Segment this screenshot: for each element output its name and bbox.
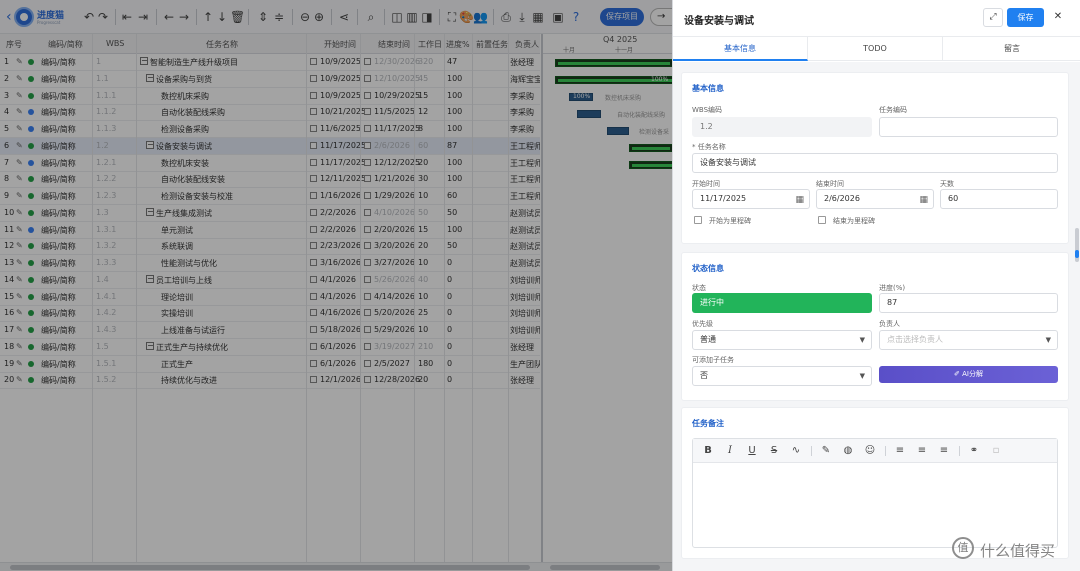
ai-decompose-label: AI分解 xyxy=(962,370,983,378)
start-date-value: 11/17/2025 xyxy=(700,194,747,203)
basic-info-title: 基本信息 xyxy=(692,84,724,93)
progress-label: 进度(%) xyxy=(879,284,906,292)
task-detail-drawer: 设备安装与调试 ⤢ 保存 ✕ 基本信息 TODO 留言 基本信息 WBS编码 1… xyxy=(672,0,1080,571)
toolbar-divider xyxy=(959,446,960,456)
status-info-card: 状态信息 状态 进行中 进度(%) 87 优先级 普通 ▼ 负责人 点击选择负责人… xyxy=(681,252,1069,401)
editor-toolbar: B I U S ∿ ✎ ◍ ☺ ≡ ≡ ≡ ⚭ ▫ xyxy=(693,439,1057,463)
days-label: 天数 xyxy=(940,180,954,188)
color-palette-icon[interactable]: ◍ xyxy=(841,444,855,458)
calendar-icon[interactable]: ▦ xyxy=(795,191,804,208)
chevron-down-icon: ▼ xyxy=(859,372,865,380)
calendar-icon[interactable]: ▦ xyxy=(919,191,928,208)
clear-format-icon[interactable]: ▫ xyxy=(989,444,1003,458)
priority-select[interactable]: 普通 ▼ xyxy=(692,330,872,350)
subtask-value: 否 xyxy=(700,371,708,380)
chevron-down-icon: ▼ xyxy=(1045,336,1051,344)
save-button[interactable]: 保存 xyxy=(1007,8,1044,27)
tab-basic-info[interactable]: 基本信息 xyxy=(673,37,808,61)
bold-icon[interactable]: B xyxy=(701,444,715,458)
status-info-title: 状态信息 xyxy=(692,264,724,273)
modal-overlay[interactable] xyxy=(0,0,672,571)
status-label: 状态 xyxy=(692,284,706,292)
strikethrough-icon[interactable]: S xyxy=(767,444,781,458)
wbs-field: 1.2 xyxy=(692,117,872,137)
magic-wand-icon: ✐ xyxy=(954,370,963,378)
owner-label: 负责人 xyxy=(879,320,900,328)
underline-icon[interactable]: U xyxy=(745,444,759,458)
wbs-label: WBS编码 xyxy=(692,106,723,114)
start-milestone-label: 开始为里程碑 xyxy=(709,217,751,225)
progress-input[interactable]: 87 xyxy=(879,293,1058,313)
drawer-content: 基本信息 WBS编码 1.2 任务编码 * 任务名称 设备安装与调试 开始时间 … xyxy=(673,62,1080,571)
align-center-icon[interactable]: ≡ xyxy=(915,444,929,458)
toolbar-divider xyxy=(811,446,812,456)
priority-label: 优先级 xyxy=(692,320,713,328)
start-date-input[interactable]: 11/17/2025 ▦ xyxy=(692,189,810,209)
task-code-input[interactable] xyxy=(879,117,1058,137)
days-input[interactable]: 60 xyxy=(940,189,1058,209)
close-icon[interactable]: ✕ xyxy=(1051,9,1065,25)
notes-editor[interactable]: B I U S ∿ ✎ ◍ ☺ ≡ ≡ ≡ ⚭ ▫ xyxy=(692,438,1058,548)
end-milestone-checkbox[interactable] xyxy=(818,216,826,224)
subtask-select[interactable]: 否 ▼ xyxy=(692,366,872,386)
formula-icon[interactable]: ∿ xyxy=(789,444,803,458)
watermark-text: 什么值得买 xyxy=(980,542,1056,560)
expand-icon[interactable]: ⤢ xyxy=(983,8,1003,27)
align-right-icon[interactable]: ≡ xyxy=(937,444,951,458)
watermark-logo-icon: 值 xyxy=(952,537,974,559)
toolbar-divider xyxy=(885,446,886,456)
owner-placeholder: 点击选择负责人 xyxy=(887,335,943,344)
status-value: 进行中 xyxy=(700,298,724,307)
link-icon[interactable]: ⚭ xyxy=(967,444,981,458)
drawer-tabs: 基本信息 TODO 留言 xyxy=(673,36,1080,61)
status-select[interactable]: 进行中 xyxy=(692,293,872,313)
start-milestone-checkbox[interactable] xyxy=(694,216,702,224)
italic-icon[interactable]: I xyxy=(723,444,737,458)
chevron-down-icon: ▼ xyxy=(859,336,865,344)
tab-comments[interactable]: 留言 xyxy=(943,37,1080,61)
task-notes-title: 任务备注 xyxy=(692,419,724,428)
gantt-app: ‹ 进度猫 Progresscat ↶ ↷ ⇤ ⇥ ← → ↑ ↓ 🗑 ⇕ ≑ … xyxy=(0,0,672,571)
subtask-label: 可添加子任务 xyxy=(692,356,734,364)
task-name-label: * 任务名称 xyxy=(692,143,726,151)
basic-info-card: 基本信息 WBS编码 1.2 任务编码 * 任务名称 设备安装与调试 开始时间 … xyxy=(681,72,1069,244)
format-brush-icon[interactable]: ✎ xyxy=(819,444,833,458)
tab-todo[interactable]: TODO xyxy=(808,37,943,61)
drawer-scroll-thumb[interactable] xyxy=(1075,250,1079,258)
task-notes-card: 任务备注 B I U S ∿ ✎ ◍ ☺ ≡ ≡ ≡ ⚭ ▫ xyxy=(681,407,1069,559)
task-name-input[interactable]: 设备安装与调试 xyxy=(692,153,1058,173)
priority-value: 普通 xyxy=(700,335,716,344)
end-date-label: 结束时间 xyxy=(816,180,844,188)
end-milestone-label: 结束为里程碑 xyxy=(833,217,875,225)
start-date-label: 开始时间 xyxy=(692,180,720,188)
task-code-label: 任务编码 xyxy=(879,106,907,114)
owner-select[interactable]: 点击选择负责人 ▼ xyxy=(879,330,1058,350)
end-date-value: 2/6/2026 xyxy=(824,194,860,203)
ai-decompose-button[interactable]: ✐ AI分解 xyxy=(879,366,1058,383)
emoji-icon[interactable]: ☺ xyxy=(863,444,877,458)
drawer-title: 设备安装与调试 xyxy=(684,16,754,27)
end-date-input[interactable]: 2/6/2026 ▦ xyxy=(816,189,934,209)
align-left-icon[interactable]: ≡ xyxy=(893,444,907,458)
